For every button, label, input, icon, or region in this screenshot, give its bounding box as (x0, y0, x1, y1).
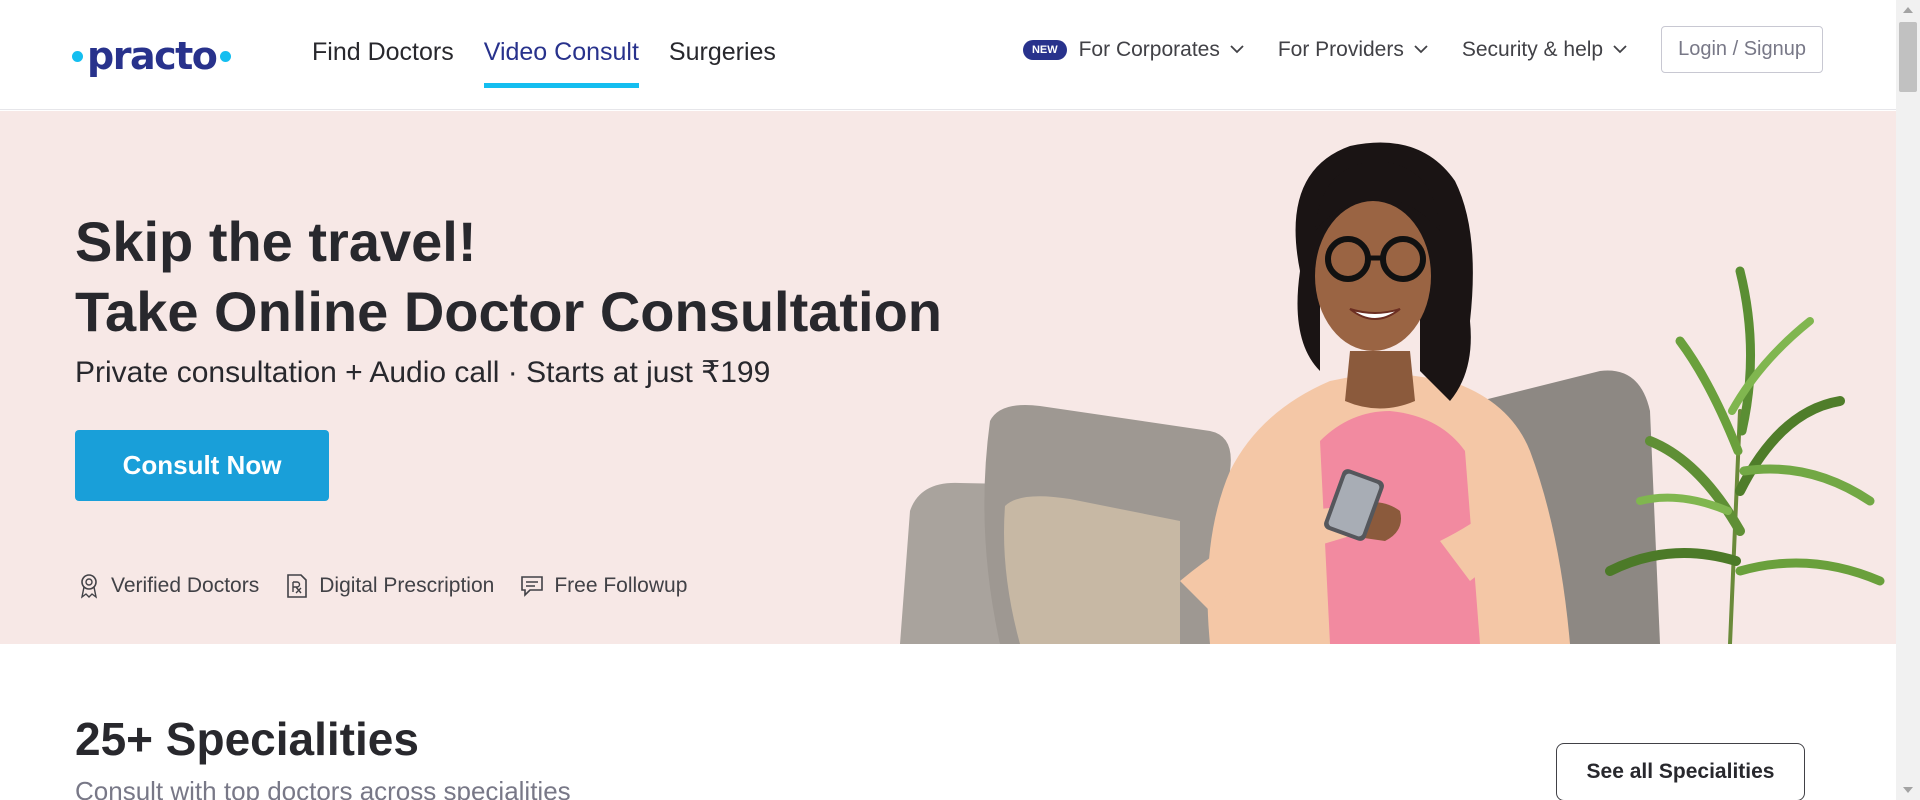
new-badge: NEW (1022, 39, 1067, 60)
scrollbar-thumb[interactable] (1899, 22, 1917, 92)
main-nav: Find Doctors Video Consult Surgeries (312, 0, 776, 110)
hero-subtitle: Private consultation + Audio call · Star… (75, 356, 771, 389)
menu-for-providers-label: For Providers (1277, 37, 1404, 61)
logo-dot-right (220, 50, 232, 62)
prescription-icon (287, 574, 308, 598)
menu-for-providers[interactable]: For Providers (1278, 38, 1430, 62)
logo-text: practo (87, 34, 218, 78)
vertical-scrollbar[interactable] (1896, 0, 1920, 800)
feature-label: Free Followup (554, 574, 688, 597)
menu-security-help-label: Security & help (1461, 37, 1604, 61)
top-header: practo Find Doctors Video Consult Surger… (0, 0, 1896, 110)
specialities-title: 25+ Specialities (75, 713, 419, 765)
login-signup-button[interactable]: Login / Signup (1661, 26, 1823, 73)
secondary-nav: NEW For Corporates For Providers Securit… (1022, 26, 1823, 73)
logo-dot-left (72, 50, 83, 62)
scroll-down-arrow-icon[interactable] (1896, 780, 1920, 800)
specialities-subtitle: Consult with top doctors across speciali… (75, 776, 571, 800)
chevron-down-icon (1412, 41, 1430, 59)
menu-for-corporates-label: For Corporates (1078, 37, 1220, 61)
feature-verified-doctors: Verified Doctors (77, 573, 259, 599)
chat-icon (521, 576, 544, 597)
chevron-down-icon (1228, 41, 1246, 59)
menu-security-help[interactable]: Security & help (1462, 38, 1629, 62)
feature-label: Digital Prescription (319, 574, 495, 597)
feature-list: Verified Doctors Digital Prescription Fr… (77, 573, 687, 599)
feature-free-followup: Free Followup (520, 573, 687, 599)
menu-for-corporates[interactable]: NEW For Corporates (1022, 37, 1246, 62)
hero-title: Skip the travel! Take Online Doctor Cons… (75, 207, 942, 347)
nav-surgeries[interactable]: Surgeries (669, 0, 776, 110)
feature-label: Verified Doctors (111, 574, 260, 597)
scroll-up-arrow-icon[interactable] (1896, 0, 1920, 20)
verified-badge-icon (80, 574, 98, 599)
nav-find-doctors[interactable]: Find Doctors (312, 0, 454, 110)
see-all-specialities-button[interactable]: See all Specialities (1556, 743, 1805, 800)
feature-digital-prescription: Digital Prescription (285, 573, 494, 599)
consult-now-button[interactable]: Consult Now (75, 430, 329, 501)
practo-logo[interactable]: practo (68, 34, 235, 78)
page: practo Find Doctors Video Consult Surger… (0, 0, 1920, 800)
chevron-down-icon (1611, 41, 1629, 59)
hero-title-line-2: Take Online Doctor Consultation (75, 280, 943, 343)
hero-banner: Skip the travel! Take Online Doctor Cons… (0, 111, 1896, 644)
nav-video-consult[interactable]: Video Consult (483, 0, 640, 110)
hero-woman-with-phone-image (900, 142, 1885, 644)
hero-title-line-1: Skip the travel! (75, 210, 477, 273)
